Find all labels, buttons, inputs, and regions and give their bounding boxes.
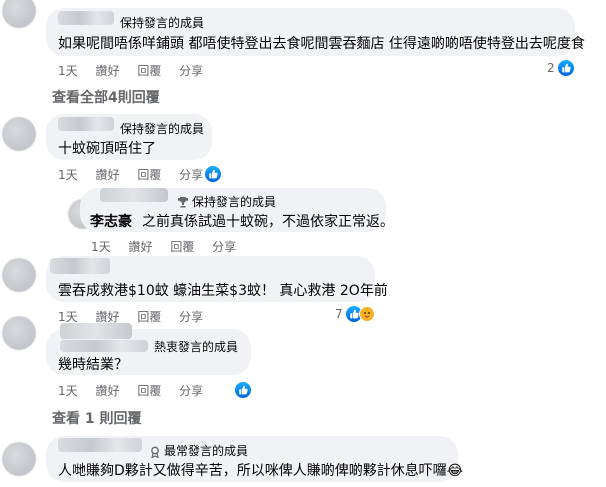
reaction-count: 2 [547,61,555,75]
like-button[interactable]: 讚好 [95,310,119,324]
badge-icon [177,193,189,208]
comment-text: 十蚊碗頂唔住了 [58,141,156,157]
timestamp[interactable]: 1天 [58,168,78,182]
timestamp[interactable]: 1天 [91,240,111,254]
share-button[interactable]: 分享 [179,310,203,324]
comment-text: 雲吞成救港$10蚊 蠔油生菜$3蚊！ 真心救港 2O年前 [58,283,388,299]
reply-button[interactable]: 回覆 [137,384,161,398]
reaction-count: 7 [335,307,343,321]
like-button[interactable]: 讚好 [95,384,119,398]
reply-button[interactable]: 回覆 [137,310,161,324]
like-button[interactable]: 讚好 [128,240,152,254]
avatar[interactable] [2,117,36,151]
member-badge: 保持發言的成員 [120,16,205,30]
share-button[interactable]: 分享 [212,240,236,254]
share-button[interactable]: 分享 [179,384,203,398]
member-badge: 熱衷發言的成員 [154,340,239,354]
avatar[interactable] [2,258,36,292]
timestamp[interactable]: 1天 [58,384,78,398]
comment-actions: 1天 讚好 回覆 分享 [58,382,217,399]
comment-text: 人哋賺夠D夥計又做得辛苦，所以咪俾人賺啲俾啲夥計休息吓囉😂 [58,463,464,479]
badge-icon [149,443,161,459]
member-badge: 保持發言的成員 [120,122,205,136]
author-name-redacted[interactable] [100,188,168,202]
avatar[interactable] [2,316,36,350]
member-badge: 保持發言的成員 [192,195,277,209]
reply-author[interactable]: 李志豪 [90,211,132,231]
like-reaction-icon [557,60,574,76]
member-badge: 最常發言的成員 [164,444,249,458]
timestamp[interactable]: 1天 [58,64,78,78]
reaction-summary[interactable] [205,164,221,183]
reply-button[interactable]: 回覆 [170,240,194,254]
reply-button[interactable]: 回覆 [137,64,161,78]
avatar[interactable] [2,442,36,476]
author-name-redacted[interactable] [60,323,132,339]
reaction-summary[interactable] [235,380,251,399]
reaction-summary[interactable]: 2 [547,60,574,76]
like-button[interactable]: 讚好 [95,168,119,182]
reply-button[interactable]: 回覆 [137,168,161,182]
like-reaction-icon [205,166,221,182]
like-button[interactable]: 讚好 [95,64,119,78]
like-reaction-icon [235,382,251,398]
author-name-redacted[interactable] [58,438,142,452]
author-name-redacted[interactable] [58,11,114,25]
author-name-redacted[interactable] [50,258,110,274]
author-name-redacted[interactable] [58,117,114,131]
comment-actions: 1天 讚好 回覆 分享 [58,62,217,79]
avatar[interactable] [2,0,36,28]
reaction-summary[interactable]: 7 [335,306,375,322]
author-name-redacted[interactable] [60,340,148,352]
timestamp[interactable]: 1天 [58,310,78,324]
share-button[interactable]: 分享 [179,168,203,182]
view-replies-link[interactable]: 查看 1 則回覆 [52,408,142,428]
comment-text: 之前真係試過十蚊碗，不過依家正常返。 [142,214,394,230]
comment-text: 如果呢間唔係咩鋪頭 都唔使特登出去食呢間雲吞麵店 住得遠啲啲唔使特登出去呢度食 [58,36,585,52]
comment-actions: 1天 讚好 回覆 分享 [91,238,250,255]
view-replies-link[interactable]: 查看全部4則回覆 [52,87,160,107]
share-button[interactable]: 分享 [179,64,203,78]
comment-actions: 1天 讚好 回覆 分享 [58,166,217,183]
care-reaction-icon [358,306,375,322]
comment-text: 幾時結業？ [58,357,128,373]
